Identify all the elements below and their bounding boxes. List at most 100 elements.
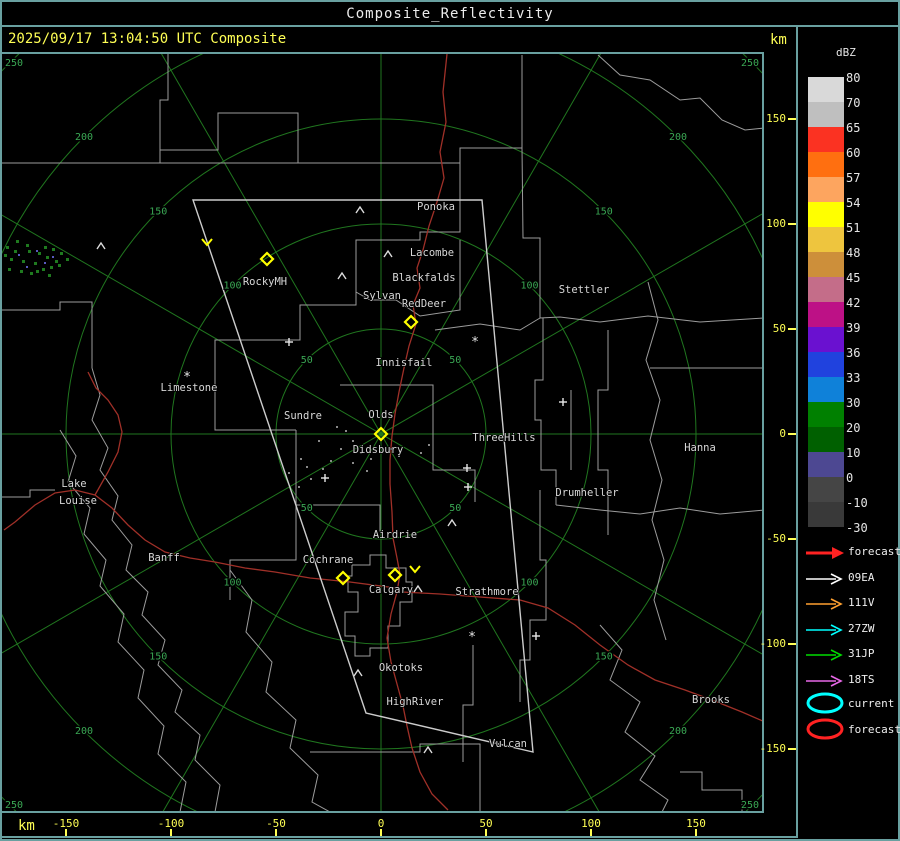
clutter-speckle	[352, 462, 354, 464]
county-boundary	[598, 55, 765, 130]
ring-distance-label: 200	[669, 132, 687, 143]
caret-marker	[97, 243, 105, 249]
echo-speckle	[46, 256, 49, 259]
clutter-speckle	[330, 460, 332, 462]
county-boundary	[0, 54, 168, 163]
city-label: Limestone	[161, 382, 218, 394]
bottom-axis-unit-label: km	[18, 818, 35, 834]
scale-tick-label: 65	[846, 121, 886, 135]
radar-map-canvas[interactable]: 5050505010010010010015015015015020020020…	[0, 0, 900, 841]
echo-speckle	[44, 262, 46, 264]
clutter-speckle	[318, 440, 320, 442]
ring-distance-label: 150	[149, 206, 167, 217]
bottom-axis-tick	[695, 829, 697, 836]
map-layers: 5050505010010010010015015015015020020020…	[0, 0, 900, 841]
asterisk-marker: *	[468, 630, 476, 645]
county-boundary	[535, 318, 556, 505]
ring-distance-label: 100	[223, 281, 241, 292]
clutter-speckle	[366, 470, 368, 472]
scale-swatch	[808, 327, 844, 352]
scale-tick-label: 36	[846, 346, 886, 360]
scale-tick-label: 51	[846, 221, 886, 235]
scale-tick-label: 33	[846, 371, 886, 385]
echo-speckle	[22, 260, 25, 263]
track-legend-label: 31JP	[848, 647, 875, 660]
clutter-speckle	[298, 486, 300, 488]
echo-speckle	[52, 248, 55, 251]
asterisk-marker: *	[471, 335, 479, 350]
echo-speckle	[18, 254, 20, 256]
city-label: Drumheller	[555, 487, 618, 499]
city-label: Stettler	[559, 284, 610, 296]
right-axis-tick-label: -50	[744, 532, 786, 545]
right-axis-tick-label: 100	[744, 217, 786, 230]
clutter-speckle	[420, 452, 422, 454]
scale-tick-label: 54	[846, 196, 886, 210]
scale-swatch	[808, 227, 844, 252]
ring-distance-label: 250	[5, 800, 23, 811]
right-axis-tick-label: 150	[744, 112, 786, 125]
county-boundary	[598, 330, 608, 535]
track-arrow	[804, 647, 846, 666]
scale-swatch	[808, 377, 844, 402]
county-boundary	[160, 113, 298, 163]
right-axis-tick	[788, 118, 796, 120]
echo-speckle	[16, 240, 19, 243]
county-boundary	[298, 55, 522, 163]
city-label: Louise	[59, 495, 97, 507]
scale-swatch	[808, 352, 844, 377]
right-axis-tick	[788, 328, 796, 330]
track-legend-label: 18TS	[848, 673, 875, 686]
city-label: Calgary	[369, 584, 413, 596]
bottom-axis-tick	[590, 829, 592, 836]
caret-marker	[448, 520, 456, 526]
ring-distance-label: 150	[149, 652, 167, 663]
city-label: Ponoka	[417, 201, 455, 213]
ring-distance-label: 200	[75, 132, 93, 143]
county-boundary	[680, 772, 742, 812]
clutter-speckle	[288, 472, 290, 474]
ring-distance-label: 250	[5, 58, 23, 69]
scale-tick-label: 20	[846, 421, 886, 435]
ring-distance-label: 50	[449, 355, 461, 366]
track-arrow	[804, 622, 846, 641]
clutter-speckle	[428, 444, 430, 446]
city-label: Brooks	[692, 694, 730, 706]
echo-speckle	[26, 244, 29, 247]
right-axis-tick-label: 0	[744, 427, 786, 440]
clutter-speckle	[340, 448, 342, 450]
ring-distance-label: 250	[741, 800, 759, 811]
county-boundary	[215, 163, 460, 365]
scale-swatch	[808, 477, 844, 502]
ring-distance-label: 50	[449, 503, 461, 514]
scale-swatch	[808, 252, 844, 277]
right-axis-tick-label: 50	[744, 322, 786, 335]
echo-speckle	[55, 260, 58, 263]
right-axis-tick	[788, 643, 796, 645]
city-label: RedDeer	[402, 298, 446, 310]
city-label: Airdrie	[373, 529, 417, 541]
echo-speckle	[50, 266, 53, 269]
ring-distance-label: 250	[741, 58, 759, 69]
echo-speckle	[42, 268, 45, 271]
city-label: ThreeHills	[472, 432, 535, 444]
county-boundary	[345, 555, 412, 656]
bottom-axis-tick	[275, 829, 277, 836]
echo-speckle	[4, 254, 7, 257]
bottom-axis-tick	[380, 829, 382, 836]
track-legend-label: 09EA	[848, 571, 875, 584]
county-boundary	[435, 318, 540, 330]
scale-swatch	[808, 152, 844, 177]
city-label: Sylvan	[363, 290, 401, 302]
echo-speckle	[34, 262, 37, 265]
county-boundary	[556, 505, 765, 514]
echo-speckle	[20, 270, 23, 273]
caret-marker	[338, 273, 346, 279]
echo-speckle	[36, 250, 38, 252]
scale-swatch	[808, 77, 844, 102]
scale-swatch	[808, 502, 844, 527]
scale-tick-label: 70	[846, 96, 886, 110]
echo-speckle	[44, 246, 47, 249]
ring-distance-label: 50	[301, 503, 313, 514]
ring-distance-label: 50	[301, 355, 313, 366]
